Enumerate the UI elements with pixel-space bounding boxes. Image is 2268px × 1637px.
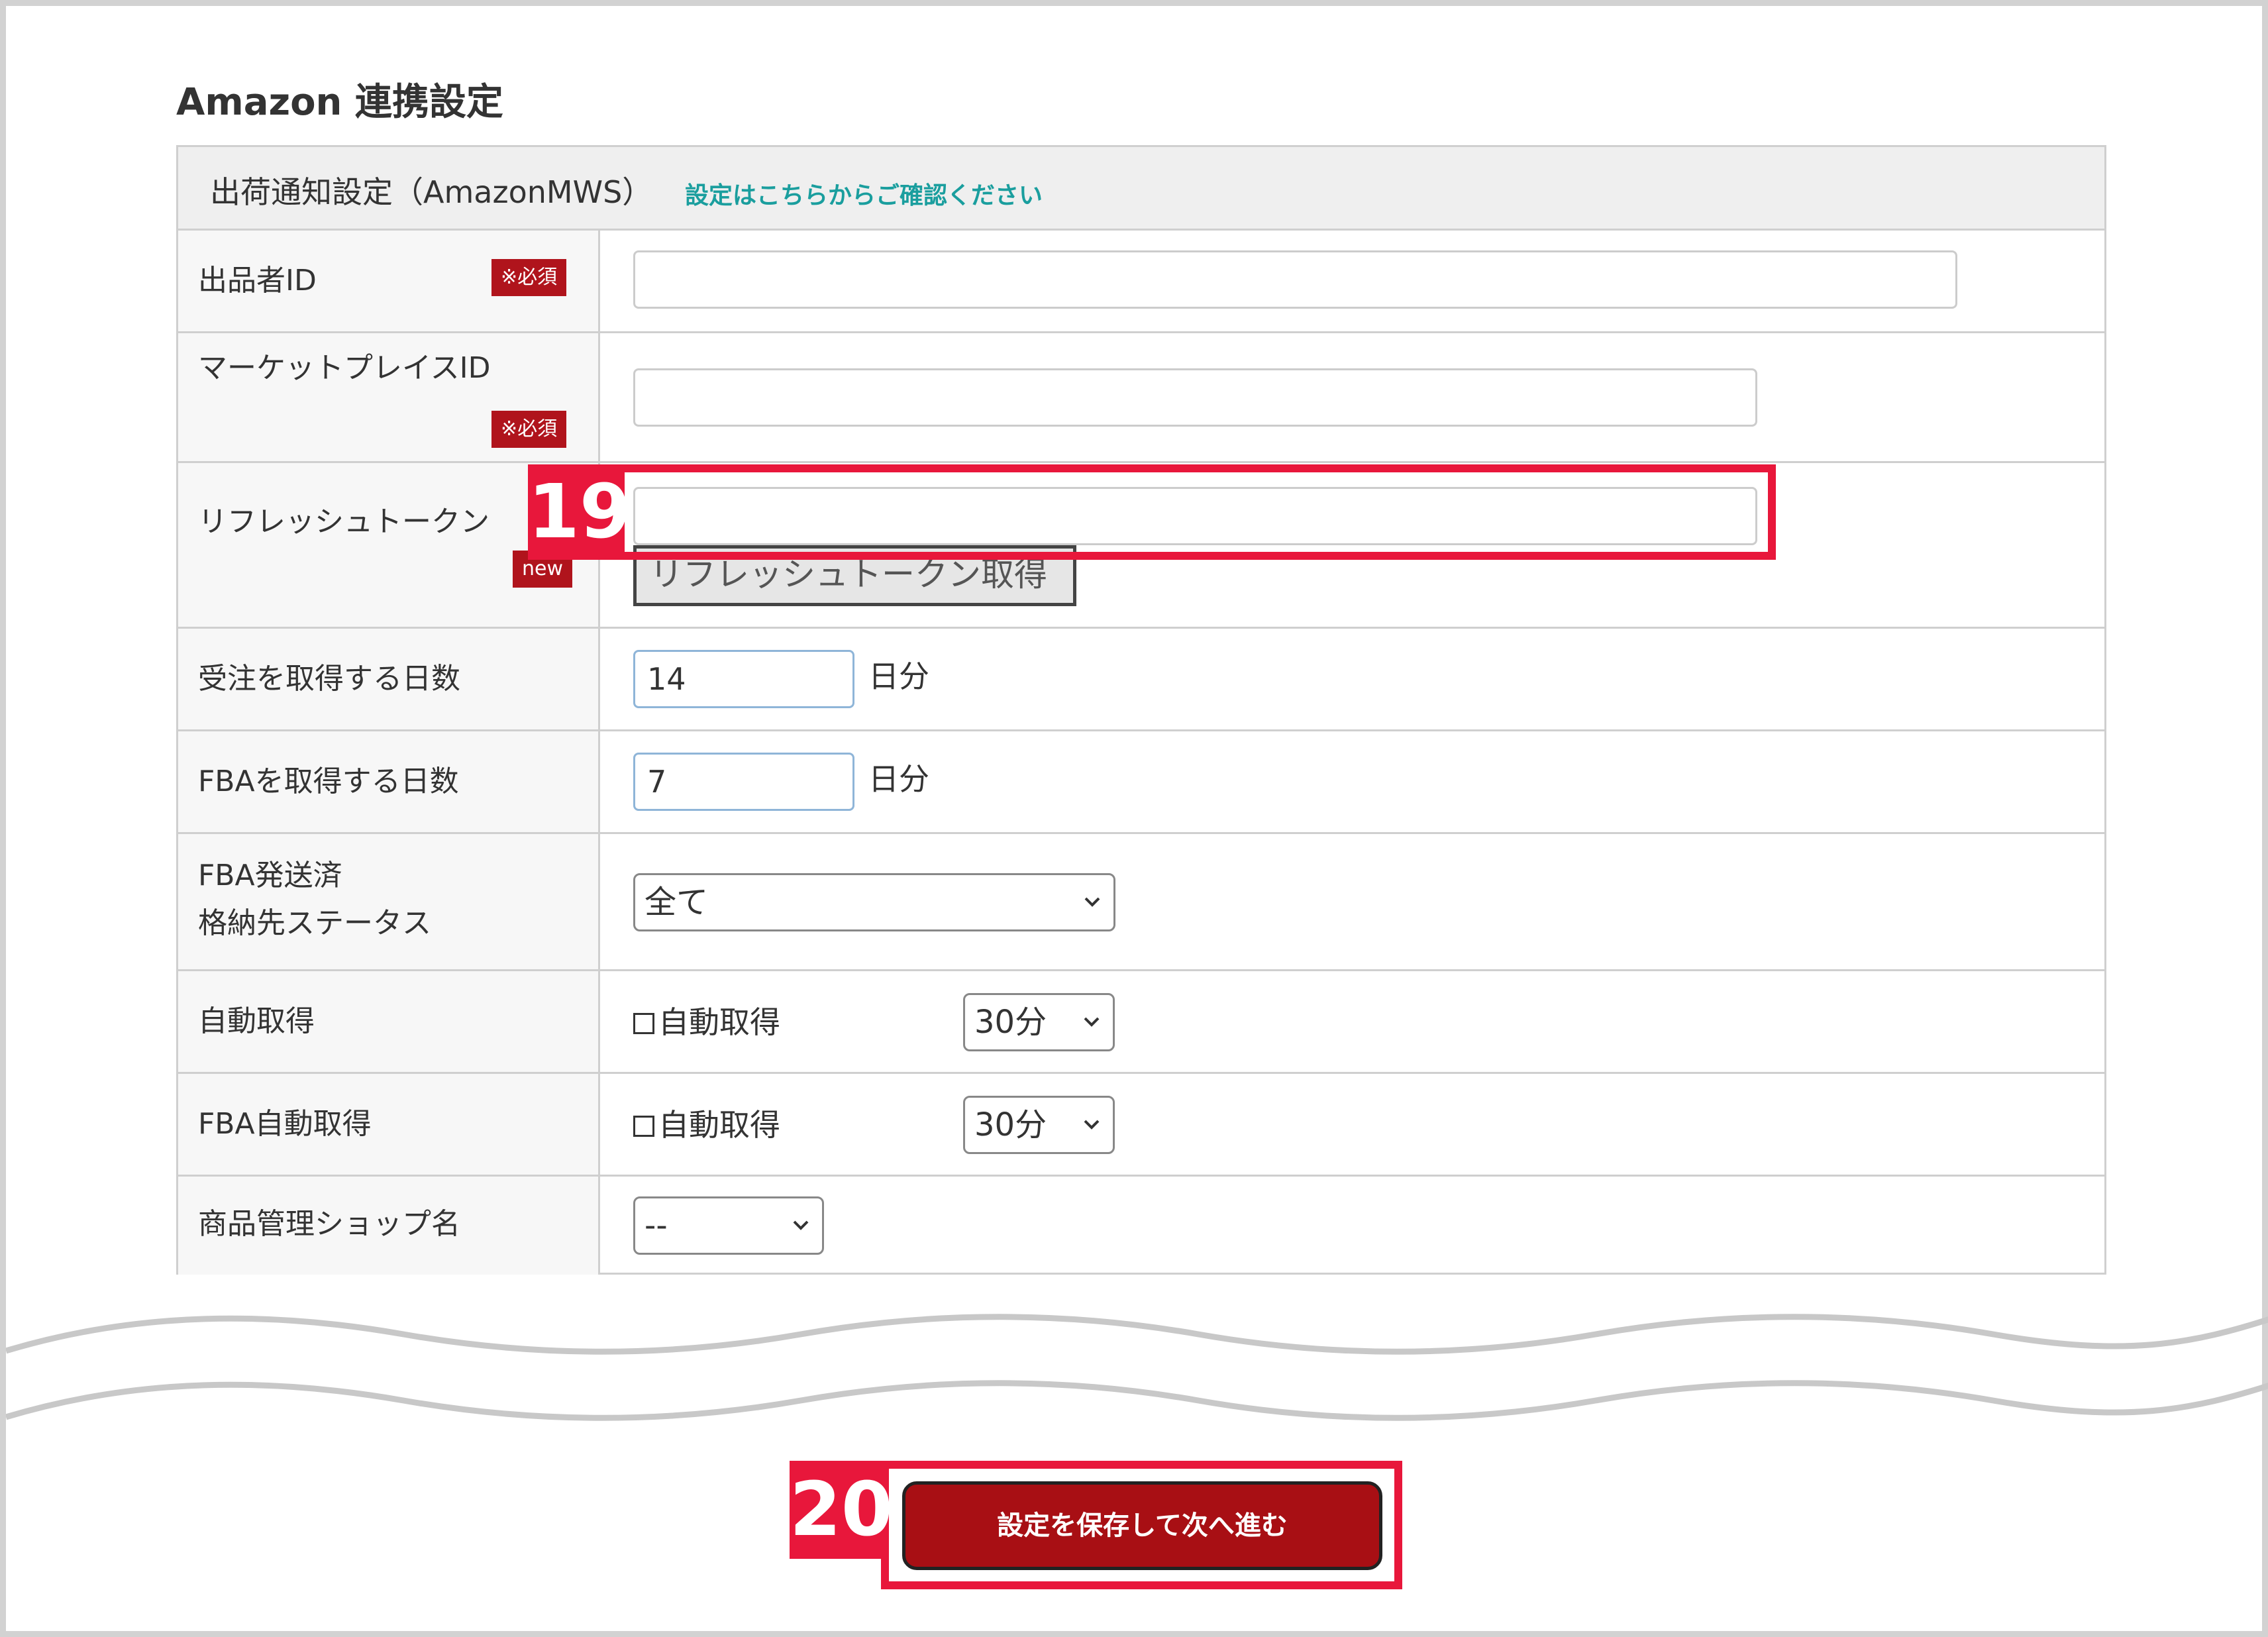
- shop-name-select[interactable]: --: [633, 1196, 824, 1255]
- settings-help-link[interactable]: 設定はこちらからご確認ください: [685, 176, 1043, 211]
- fba-auto-fetch-checkbox-label: 自動取得: [658, 1107, 780, 1143]
- save-and-next-button[interactable]: 設定を保存して次へ進む: [902, 1481, 1382, 1570]
- label-cell: マーケットプレイスID ※必須: [178, 333, 600, 461]
- seller-id-label: 出品者ID: [198, 264, 317, 297]
- order-days-unit: 日分: [868, 659, 929, 694]
- callout-19-highlight: [617, 464, 1776, 560]
- fba-days-input[interactable]: 7: [633, 753, 854, 811]
- fba-auto-fetch-label: FBA自動取得: [198, 1107, 372, 1141]
- required-badge: ※必須: [491, 259, 567, 296]
- row-seller-id: 出品者ID ※必須: [178, 231, 2104, 333]
- row-fba-auto-fetch: FBA自動取得 自動取得 30分: [178, 1074, 2104, 1177]
- seller-id-input[interactable]: [633, 250, 1957, 309]
- auto-fetch-checkbox-label: 自動取得: [658, 1004, 780, 1040]
- label-cell: 受注を取得する日数: [178, 629, 600, 729]
- chevron-down-icon: [1084, 1017, 1100, 1027]
- section-header: 出荷通知設定（AmazonMWS） 設定はこちらからご確認ください: [178, 147, 2104, 231]
- row-shop-name: 商品管理ショップ名 --: [178, 1177, 2104, 1275]
- row-order-days: 受注を取得する日数 14 日分: [178, 629, 2104, 731]
- fba-auto-fetch-interval-select[interactable]: 30分: [963, 1096, 1115, 1154]
- shop-name-label: 商品管理ショップ名: [198, 1207, 460, 1241]
- row-fba-status: FBA発送済 格納先ステータス 全て: [178, 834, 2104, 971]
- row-marketplace-id: マーケットプレイスID ※必須: [178, 333, 2104, 463]
- chevron-down-icon: [1084, 897, 1100, 907]
- screenshot-frame: Amazon 連携設定 出荷通知設定（AmazonMWS） 設定はこちらからご確…: [0, 0, 2268, 1637]
- callout-20-number: 20: [790, 1461, 893, 1559]
- label-cell: 出品者ID ※必須: [178, 231, 600, 331]
- fba-auto-fetch-checkbox[interactable]: [633, 1116, 654, 1137]
- page-title: Amazon 連携設定: [176, 81, 503, 124]
- chevron-down-icon: [1084, 1120, 1100, 1130]
- fba-auto-fetch-checkbox-group[interactable]: 自動取得: [633, 1096, 780, 1154]
- label-cell: 自動取得: [178, 971, 600, 1072]
- fba-auto-fetch-interval-selected: 30分: [974, 1106, 1047, 1143]
- order-days-input[interactable]: 14: [633, 650, 854, 708]
- fba-status-selected: 全て: [644, 884, 709, 921]
- row-auto-fetch: 自動取得 自動取得 30分: [178, 971, 2104, 1074]
- refresh-token-label: リフレッシュトークン: [198, 505, 490, 539]
- label-cell: FBA自動取得: [178, 1074, 600, 1175]
- label-cell: FBAを取得する日数: [178, 731, 600, 832]
- label-cell: FBA発送済 格納先ステータス: [178, 834, 600, 969]
- auto-fetch-label: 自動取得: [198, 1004, 315, 1038]
- amazon-settings-table: 出荷通知設定（AmazonMWS） 設定はこちらからご確認ください 出品者ID …: [176, 145, 2106, 1275]
- fba-status-select[interactable]: 全て: [633, 873, 1115, 931]
- label-cell: 商品管理ショップ名: [178, 1177, 600, 1275]
- row-fba-days: FBAを取得する日数 7 日分: [178, 731, 2104, 834]
- required-badge: ※必須: [491, 411, 567, 448]
- fba-status-label-line2: 格納先ステータス: [198, 906, 431, 940]
- order-days-label: 受注を取得する日数: [198, 662, 460, 696]
- auto-fetch-interval-selected: 30分: [974, 1004, 1047, 1041]
- fba-days-label: FBAを取得する日数: [198, 765, 459, 798]
- chevron-down-icon: [793, 1220, 809, 1230]
- auto-fetch-checkbox[interactable]: [633, 1013, 654, 1034]
- auto-fetch-interval-select[interactable]: 30分: [963, 993, 1115, 1051]
- auto-fetch-checkbox-group[interactable]: 自動取得: [633, 993, 780, 1051]
- fba-status-label-line1: FBA発送済: [198, 859, 342, 892]
- marketplace-id-input[interactable]: [633, 368, 1757, 427]
- section-header-title: 出荷通知設定（AmazonMWS）: [210, 174, 653, 210]
- shop-name-selected: --: [644, 1207, 668, 1244]
- callout-19-number: 19: [528, 464, 631, 560]
- marketplace-id-label: マーケットプレイスID: [198, 351, 491, 385]
- fba-days-unit: 日分: [868, 761, 929, 797]
- wavy-break-divider: [6, 1314, 2268, 1421]
